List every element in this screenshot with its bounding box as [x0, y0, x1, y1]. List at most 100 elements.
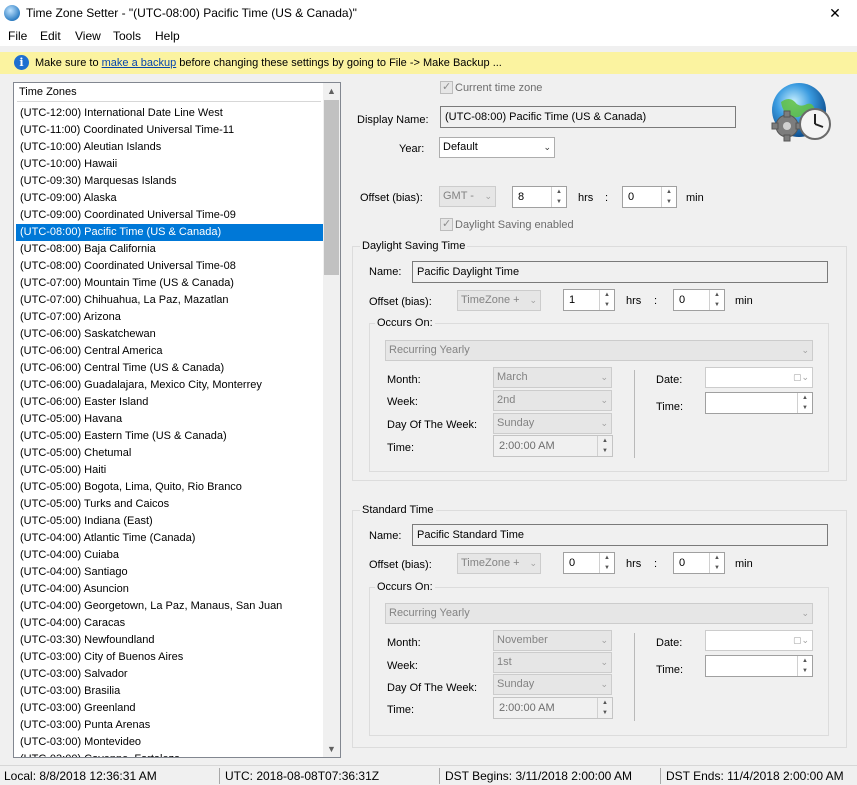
- timezone-list-item[interactable]: (UTC-04:00) Atlantic Time (Canada): [16, 530, 323, 547]
- dst-date-picker[interactable]: ▢⌄: [705, 367, 813, 388]
- spin-up-icon[interactable]: ▲: [600, 553, 614, 563]
- timezone-list-item[interactable]: (UTC-07:00) Chihuahua, La Paz, Mazatlan: [16, 292, 323, 309]
- timezone-list-item[interactable]: (UTC-03:00) City of Buenos Aires: [16, 649, 323, 666]
- std-month-select[interactable]: November ⌄: [493, 630, 612, 651]
- timezone-list-item[interactable]: (UTC-06:00) Guadalajara, Mexico City, Mo…: [16, 377, 323, 394]
- timezone-list-item[interactable]: (UTC-06:00) Central America: [16, 343, 323, 360]
- dst-dow-select[interactable]: Sunday ⌄: [493, 413, 612, 434]
- offset-minutes-stepper[interactable]: 0 ▲ ▼: [622, 186, 677, 208]
- timezone-list-item[interactable]: (UTC-09:00) Coordinated Universal Time-0…: [16, 207, 323, 224]
- display-name-field[interactable]: (UTC-08:00) Pacific Time (US & Canada): [440, 106, 736, 128]
- spin-down-icon[interactable]: ▼: [798, 666, 812, 676]
- spin-down-icon[interactable]: ▼: [552, 197, 566, 207]
- timezone-list-item[interactable]: (UTC-04:00) Cuiaba: [16, 547, 323, 564]
- spin-up-icon[interactable]: ▲: [710, 290, 724, 300]
- timezone-list-item[interactable]: (UTC-04:00) Asuncion: [16, 581, 323, 598]
- timezone-list-item[interactable]: (UTC-03:00) Brasilia: [16, 683, 323, 700]
- menu-help[interactable]: Help: [155, 29, 180, 43]
- menu-view[interactable]: View: [75, 29, 101, 43]
- spin-down-icon[interactable]: ▼: [710, 563, 724, 573]
- dst-recurrence-select[interactable]: Recurring Yearly ⌄: [385, 340, 813, 361]
- spin-up-icon[interactable]: ▲: [710, 553, 724, 563]
- spin-up-icon[interactable]: ▲: [600, 290, 614, 300]
- menu-edit[interactable]: Edit: [40, 29, 61, 43]
- spin-down-icon[interactable]: ▼: [598, 708, 612, 718]
- std-offset-mode-select[interactable]: TimeZone + ⌄: [457, 553, 541, 574]
- std-recurrence-select[interactable]: Recurring Yearly ⌄: [385, 603, 813, 624]
- offset-sign-select[interactable]: GMT - ⌄: [439, 186, 496, 207]
- timezone-list-item[interactable]: (UTC-05:00) Turks and Caicos: [16, 496, 323, 513]
- timezone-list-item[interactable]: (UTC-10:00) Aleutian Islands: [16, 139, 323, 156]
- dst-week-select[interactable]: 2nd ⌄: [493, 390, 612, 411]
- timezone-list-item[interactable]: (UTC-03:00) Greenland: [16, 700, 323, 717]
- spin-down-icon[interactable]: ▼: [600, 563, 614, 573]
- timezone-list-item[interactable]: (UTC-07:00) Mountain Time (US & Canada): [16, 275, 323, 292]
- timezone-list-item[interactable]: (UTC-05:00) Haiti: [16, 462, 323, 479]
- timezone-list-item[interactable]: (UTC-06:00) Saskatchewan: [16, 326, 323, 343]
- timezone-list-item[interactable]: (UTC-09:00) Alaska: [16, 190, 323, 207]
- timezone-list-item[interactable]: (UTC-10:00) Hawaii: [16, 156, 323, 173]
- spin-down-icon[interactable]: ▼: [662, 197, 676, 207]
- menu-tools[interactable]: Tools: [113, 29, 141, 43]
- spin-up-icon[interactable]: ▲: [552, 187, 566, 197]
- spin-down-icon[interactable]: ▼: [798, 403, 812, 413]
- timezone-list-item[interactable]: (UTC-06:00) Central Time (US & Canada): [16, 360, 323, 377]
- timezone-list-scrollbar[interactable]: ▲ ▼: [323, 83, 340, 757]
- spin-up-icon[interactable]: ▲: [798, 656, 812, 666]
- dst-month-select[interactable]: March ⌄: [493, 367, 612, 388]
- dst-name-field[interactable]: Pacific Daylight Time: [412, 261, 828, 283]
- timezone-list-item[interactable]: (UTC-03:00) Montevideo: [16, 734, 323, 751]
- timezone-list-item[interactable]: (UTC-05:00) Indiana (East): [16, 513, 323, 530]
- dst-offset-mode-select[interactable]: TimeZone + ⌄: [457, 290, 541, 311]
- dst-time2-stepper[interactable]: ▲ ▼: [705, 392, 813, 414]
- std-offset-hours-stepper[interactable]: 0 ▲ ▼: [563, 552, 615, 574]
- spin-down-icon[interactable]: ▼: [710, 300, 724, 310]
- timezone-list-item[interactable]: (UTC-06:00) Easter Island: [16, 394, 323, 411]
- timezone-list-item[interactable]: (UTC-11:00) Coordinated Universal Time-1…: [16, 122, 323, 139]
- std-date-picker[interactable]: ▢⌄: [705, 630, 813, 651]
- year-select[interactable]: Default ⌄: [439, 137, 555, 158]
- spin-up-icon[interactable]: ▲: [598, 698, 612, 708]
- scroll-up-icon[interactable]: ▲: [323, 83, 340, 99]
- timezone-list-item[interactable]: (UTC-03:00) Punta Arenas: [16, 717, 323, 734]
- dst-offset-minutes-stepper[interactable]: 0 ▲ ▼: [673, 289, 725, 311]
- std-week-select[interactable]: 1st ⌄: [493, 652, 612, 673]
- timezone-list-item[interactable]: (UTC-12:00) International Date Line West: [16, 105, 323, 122]
- timezone-list[interactable]: Time Zones (UTC-12:00) International Dat…: [13, 82, 341, 758]
- timezone-list-item[interactable]: (UTC-03:00) Salvador: [16, 666, 323, 683]
- timezone-list-item[interactable]: (UTC-09:30) Marquesas Islands: [16, 173, 323, 190]
- std-name-field[interactable]: Pacific Standard Time: [412, 524, 828, 546]
- spin-up-icon[interactable]: ▲: [598, 436, 612, 446]
- dst-offset-hours-stepper[interactable]: 1 ▲ ▼: [563, 289, 615, 311]
- current-timezone-checkbox[interactable]: [440, 80, 453, 94]
- make-backup-link[interactable]: make a backup: [102, 57, 177, 69]
- spin-down-icon[interactable]: ▼: [598, 446, 612, 456]
- timezone-list-item[interactable]: (UTC-08:00) Coordinated Universal Time-0…: [16, 258, 323, 275]
- std-time-stepper[interactable]: 2:00:00 AM ▲ ▼: [493, 697, 613, 719]
- timezone-list-item[interactable]: (UTC-04:00) Georgetown, La Paz, Manaus, …: [16, 598, 323, 615]
- timezone-list-item[interactable]: (UTC-08:00) Baja California: [16, 241, 323, 258]
- spin-down-icon[interactable]: ▼: [600, 300, 614, 310]
- std-dow-select[interactable]: Sunday ⌄: [493, 674, 612, 695]
- timezone-list-item[interactable]: (UTC-05:00) Chetumal: [16, 445, 323, 462]
- scroll-thumb[interactable]: [324, 100, 339, 275]
- timezone-list-item[interactable]: (UTC-04:00) Santiago: [16, 564, 323, 581]
- timezone-list-item[interactable]: (UTC-08:00) Pacific Time (US & Canada): [16, 224, 323, 241]
- scroll-down-icon[interactable]: ▼: [323, 741, 340, 757]
- timezone-list-item[interactable]: (UTC-03:00) Cayenne, Fortaleza: [16, 751, 323, 757]
- spin-up-icon[interactable]: ▲: [798, 393, 812, 403]
- timezone-list-item[interactable]: (UTC-05:00) Bogota, Lima, Quito, Rio Bra…: [16, 479, 323, 496]
- timezone-list-item[interactable]: (UTC-05:00) Eastern Time (US & Canada): [16, 428, 323, 445]
- menu-file[interactable]: File: [8, 29, 27, 43]
- spin-up-icon[interactable]: ▲: [662, 187, 676, 197]
- timezone-list-item[interactable]: (UTC-05:00) Havana: [16, 411, 323, 428]
- timezone-list-item[interactable]: (UTC-03:30) Newfoundland: [16, 632, 323, 649]
- std-offset-minutes-stepper[interactable]: 0 ▲ ▼: [673, 552, 725, 574]
- dst-enabled-checkbox[interactable]: [440, 217, 453, 231]
- timezone-list-item[interactable]: (UTC-07:00) Arizona: [16, 309, 323, 326]
- close-icon[interactable]: ✕: [813, 0, 857, 26]
- offset-hours-stepper[interactable]: 8 ▲ ▼: [512, 186, 567, 208]
- dst-time-stepper[interactable]: 2:00:00 AM ▲ ▼: [493, 435, 613, 457]
- std-time2-stepper[interactable]: ▲ ▼: [705, 655, 813, 677]
- timezone-list-item[interactable]: (UTC-04:00) Caracas: [16, 615, 323, 632]
